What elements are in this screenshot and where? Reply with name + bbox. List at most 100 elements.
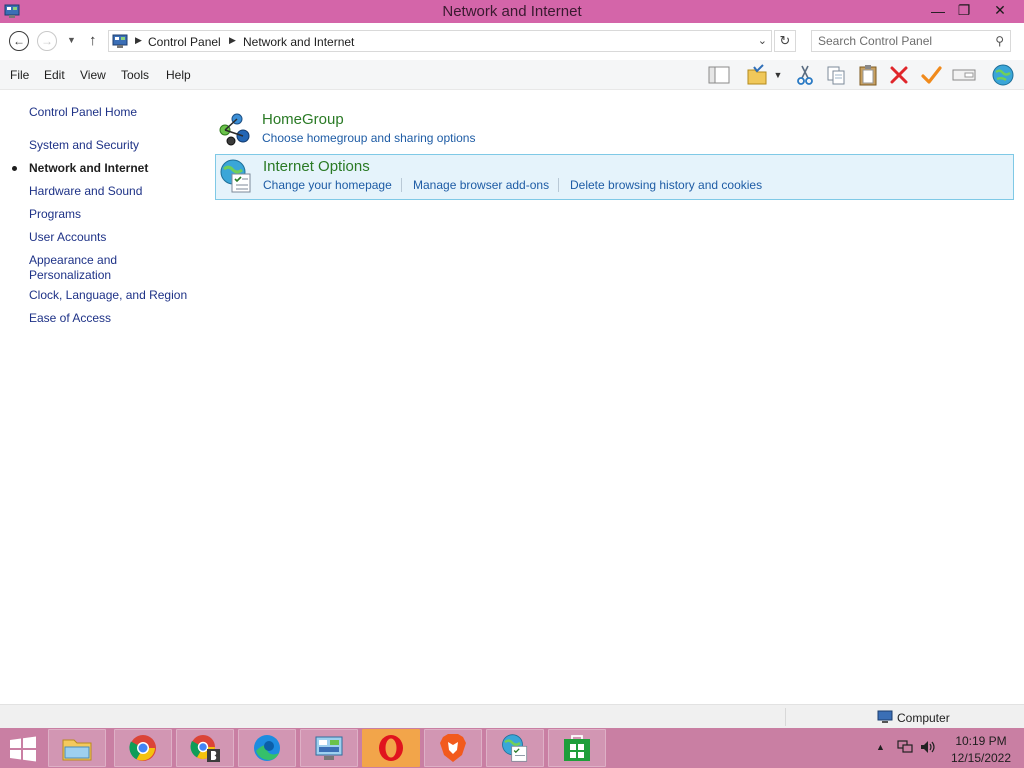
navigation-bar: ← → ▼ ↑ ▶ Control Panel ▶ Network and In…	[0, 23, 1024, 60]
choose-homegroup-link[interactable]: Choose homegroup and sharing options	[262, 131, 475, 145]
sidebar-item-ease-of-access[interactable]: Ease of Access	[29, 311, 199, 326]
sidebar-item-user-accounts[interactable]: User Accounts	[29, 230, 199, 245]
refresh-button[interactable]: ↻	[774, 30, 796, 52]
search-box[interactable]: ⚲	[811, 30, 1011, 52]
folder-options-button[interactable]	[744, 63, 770, 87]
taskbar-control-panel[interactable]	[300, 729, 358, 767]
category-internet-options: Internet Options Change your homepage Ma…	[215, 154, 1014, 200]
back-button[interactable]: ←	[9, 31, 29, 51]
control-panel-icon	[112, 34, 128, 48]
taskbar-store[interactable]	[548, 729, 606, 767]
arrow-right-icon: →	[41, 34, 53, 48]
change-homepage-link[interactable]: Change your homepage	[263, 178, 392, 192]
internet-options-title[interactable]: Internet Options	[263, 158, 370, 175]
layout-button[interactable]	[706, 63, 732, 87]
taskbar-chrome[interactable]	[114, 729, 172, 767]
link-separator	[401, 178, 402, 192]
title-bar: Network and Internet — ❐ ✕	[0, 0, 1024, 23]
properties-icon	[952, 69, 976, 81]
menu-file[interactable]: File	[10, 68, 29, 82]
folder-icon	[62, 739, 92, 761]
arrow-left-icon: ←	[13, 34, 25, 48]
taskbar-brave[interactable]	[424, 729, 482, 767]
search-icon[interactable]: ⚲	[995, 34, 1004, 48]
homegroup-title[interactable]: HomeGroup	[262, 111, 344, 128]
sidebar-item-hardware-and-sound[interactable]: Hardware and Sound	[29, 184, 199, 199]
breadcrumb-control-panel[interactable]: Control Panel	[148, 35, 221, 49]
clock-time[interactable]: 10:19 PM	[950, 734, 1012, 748]
properties-button[interactable]	[951, 63, 977, 87]
opera-icon	[379, 735, 403, 761]
control-panel-icon	[315, 736, 343, 760]
chrome-beta-icon	[190, 735, 220, 762]
folder-options-icon	[747, 64, 767, 85]
status-divider	[785, 708, 786, 726]
globe-button[interactable]	[990, 63, 1016, 87]
status-location: Computer	[897, 711, 950, 725]
cut-icon	[797, 65, 813, 85]
copy-button[interactable]	[823, 63, 849, 87]
address-bar[interactable]: ▶ Control Panel ▶ Network and Internet ⌄	[108, 30, 772, 52]
store-icon	[564, 735, 590, 761]
homegroup-icon[interactable]	[217, 111, 253, 147]
up-button[interactable]: ↑	[89, 32, 97, 49]
paste-icon	[859, 65, 877, 86]
show-hidden-icons-button[interactable]: ▲	[876, 742, 885, 752]
sidebar-item-programs[interactable]: Programs	[29, 207, 199, 222]
check-button[interactable]	[918, 63, 944, 87]
menu-help[interactable]: Help	[166, 68, 191, 82]
manage-addons-link[interactable]: Manage browser add-ons	[413, 178, 549, 192]
edge-icon	[254, 735, 280, 761]
sidebar-item-system-and-security[interactable]: System and Security	[29, 138, 199, 153]
restore-button[interactable]: ❐	[950, 0, 978, 21]
sidebar-item-clock-language-region[interactable]: Clock, Language, and Region	[29, 288, 199, 303]
paste-button[interactable]	[855, 63, 881, 87]
internet-options-icon	[502, 734, 528, 762]
check-icon	[921, 66, 942, 84]
refresh-icon: ↻	[779, 33, 791, 48]
taskbar-edge[interactable]	[238, 729, 296, 767]
computer-icon	[877, 710, 893, 723]
arrow-up-icon: ↑	[89, 32, 97, 49]
taskbar-internet-options[interactable]	[486, 729, 544, 767]
taskbar-file-explorer[interactable]	[48, 729, 106, 767]
chrome-icon	[129, 735, 156, 761]
clock-date[interactable]: 12/15/2022	[950, 751, 1012, 765]
status-bar: Computer	[0, 704, 1024, 728]
menu-edit[interactable]: Edit	[44, 68, 65, 82]
chevron-right-icon[interactable]: ▶	[135, 35, 142, 46]
delete-browsing-history-link[interactable]: Delete browsing history and cookies	[570, 178, 762, 192]
folder-options-dropdown[interactable]: ▼	[770, 63, 786, 87]
control-panel-home-link[interactable]: Control Panel Home	[29, 105, 199, 120]
breadcrumb-network-and-internet[interactable]: Network and Internet	[243, 35, 354, 49]
delete-button[interactable]	[886, 63, 912, 87]
minimize-button[interactable]: —	[924, 0, 952, 21]
delete-icon	[890, 66, 908, 84]
internet-options-icon[interactable]	[218, 158, 254, 194]
sidebar-item-appearance-and-personalization[interactable]: Appearance and Personalization	[29, 253, 139, 283]
left-navigation: Control Panel Home System and Security N…	[0, 90, 200, 704]
volume-tray-icon[interactable]	[920, 739, 936, 755]
category-homegroup: HomeGroup Choose homegroup and sharing o…	[215, 108, 1014, 154]
recent-locations-dropdown[interactable]: ▼	[67, 35, 76, 45]
layout-icon	[708, 66, 730, 84]
chevron-right-icon[interactable]: ▶	[229, 35, 236, 46]
menu-bar: File Edit View Tools Help ▼	[0, 60, 1024, 90]
close-button[interactable]: ✕	[978, 0, 1022, 21]
forward-button[interactable]: →	[37, 31, 57, 51]
cut-button[interactable]	[792, 63, 818, 87]
chevron-down-icon: ▼	[773, 70, 783, 80]
brave-icon	[440, 734, 466, 762]
network-tray-icon[interactable]	[897, 740, 913, 754]
link-separator	[558, 178, 559, 192]
menu-view[interactable]: View	[80, 68, 106, 82]
taskbar-chrome-beta[interactable]	[176, 729, 234, 767]
globe-icon	[992, 64, 1014, 86]
copy-icon	[827, 66, 845, 85]
search-input[interactable]	[812, 31, 982, 51]
chevron-down-icon[interactable]: ⌄	[758, 34, 767, 47]
menu-tools[interactable]: Tools	[121, 68, 149, 82]
taskbar-opera[interactable]	[362, 729, 420, 767]
sidebar-item-network-and-internet: Network and Internet	[29, 161, 149, 175]
windows-start-icon[interactable]	[8, 736, 38, 762]
